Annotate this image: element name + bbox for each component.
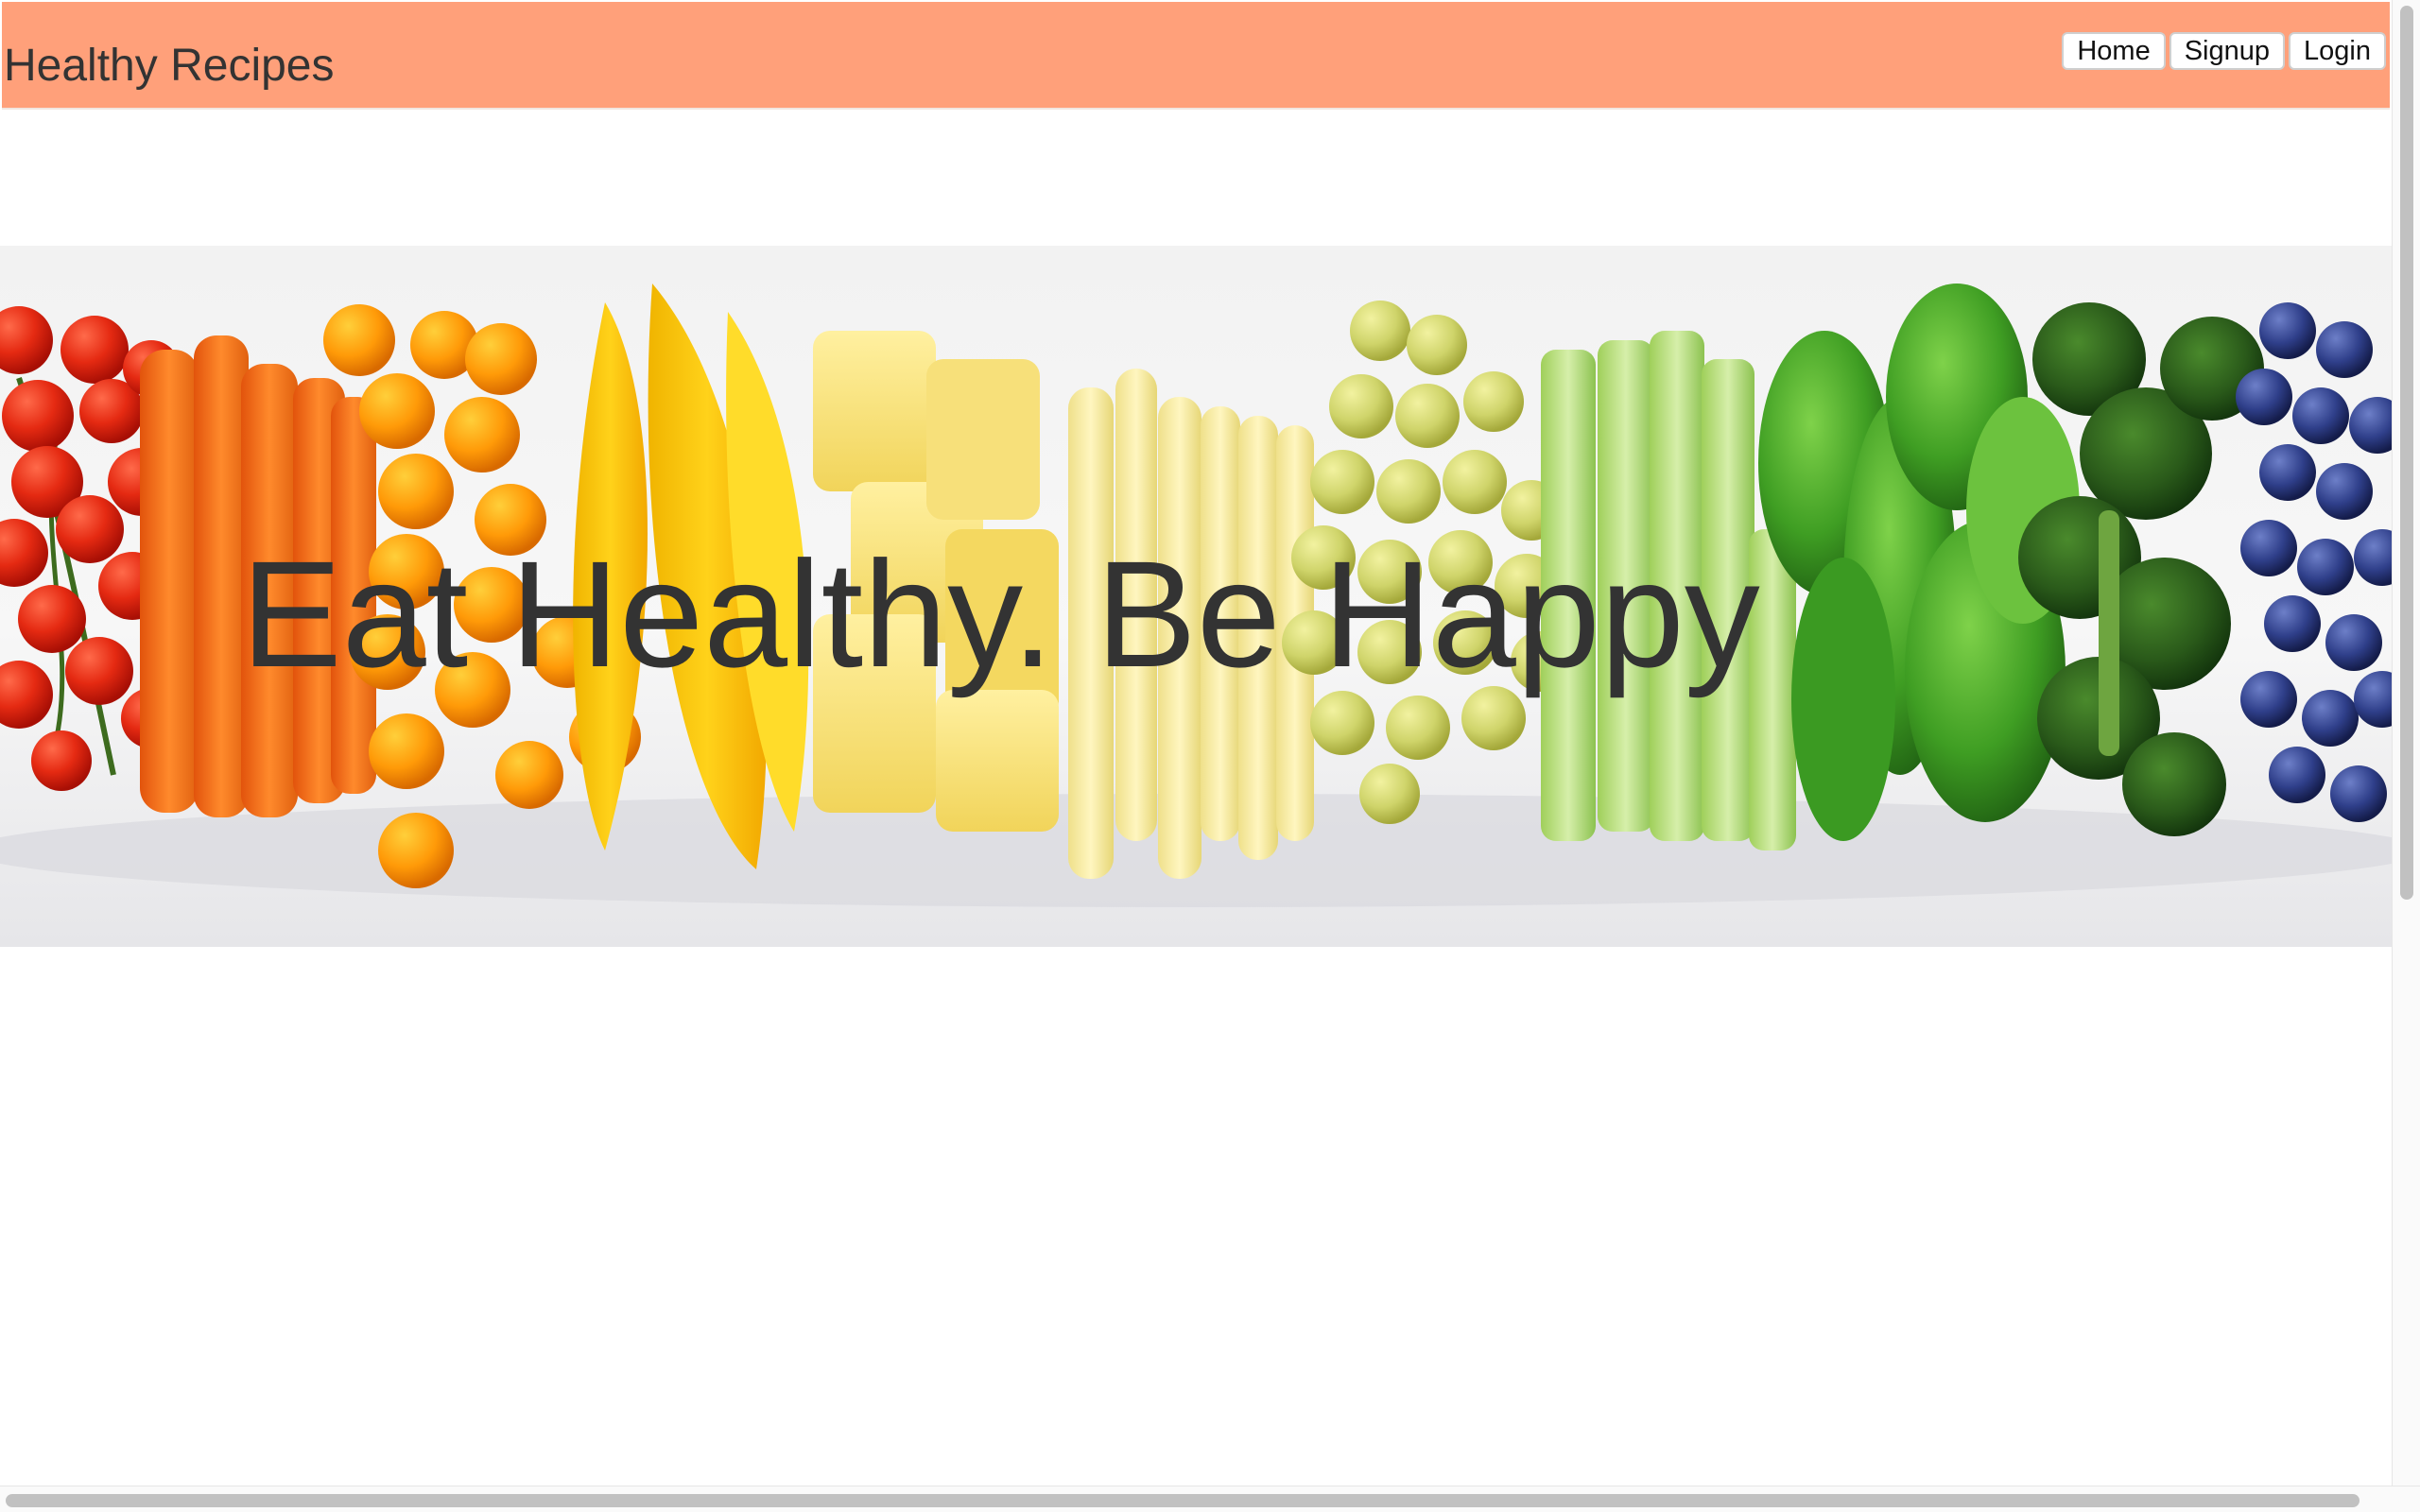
brand-title[interactable]: Healthy Recipes (4, 36, 335, 96)
vertical-scrollbar[interactable] (2392, 0, 2420, 1486)
page: Healthy Recipes Home Signup Login Eat He… (0, 0, 2420, 1512)
nav-buttons: Home Signup Login (2062, 32, 2386, 70)
signup-button[interactable]: Signup (2169, 32, 2286, 70)
vertical-scrollbar-thumb[interactable] (2400, 6, 2413, 900)
hero-banner: Eat Healthy. Be Happy (0, 246, 2392, 947)
horizontal-scrollbar-thumb[interactable] (6, 1494, 2360, 1507)
hero-headline: Eat Healthy. Be Happy (241, 529, 1760, 698)
login-button[interactable]: Login (2289, 32, 2386, 70)
home-button[interactable]: Home (2062, 32, 2166, 70)
navbar: Healthy Recipes Home Signup Login (2, 2, 2390, 110)
horizontal-scrollbar[interactable] (0, 1486, 2420, 1512)
